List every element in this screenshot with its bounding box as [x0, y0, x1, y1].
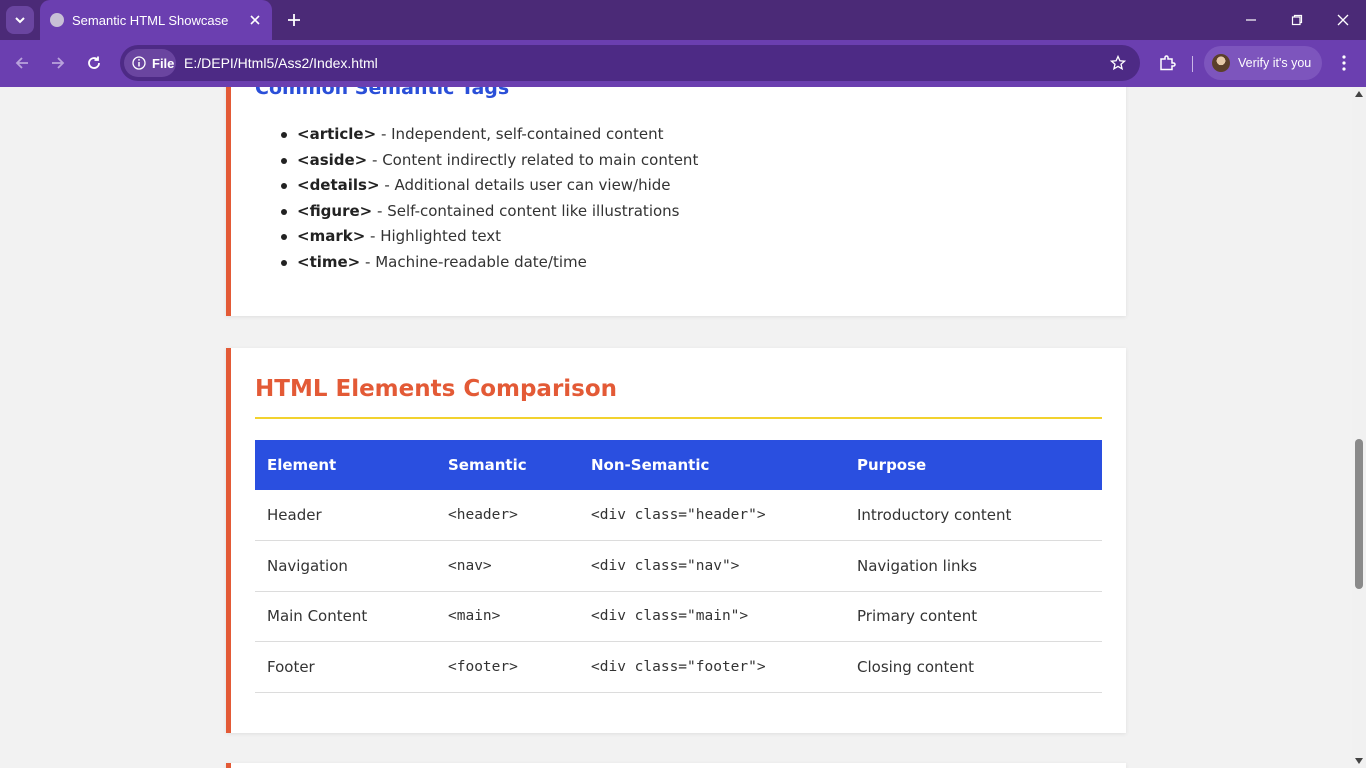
- reload-button[interactable]: [79, 48, 109, 78]
- semantic-tags-title: Common Semantic Tags: [255, 87, 510, 99]
- comparison-table: Element Semantic Non-Semantic Purpose He…: [255, 440, 1102, 693]
- info-icon: [132, 56, 146, 70]
- cell-element: Main Content: [255, 591, 436, 642]
- globe-icon: [50, 13, 64, 27]
- title-underline: [255, 417, 1102, 419]
- extensions-button[interactable]: [1152, 48, 1182, 78]
- tag-description: - Content indirectly related to main con…: [367, 150, 699, 169]
- profile-label: Verify it's you: [1238, 56, 1312, 70]
- scroll-thumb[interactable]: [1355, 439, 1363, 589]
- next-section-card: [226, 763, 1126, 768]
- list-item: <time> - Machine-readable date/time: [255, 250, 698, 276]
- tag-name: <details>: [297, 176, 380, 195]
- tag-name: <mark>: [297, 227, 366, 246]
- arrow-right-icon: [52, 57, 65, 69]
- plus-icon: [288, 14, 300, 26]
- minimize-button[interactable]: [1228, 0, 1274, 40]
- cell-semantic: <main>: [436, 591, 579, 642]
- comparison-title: HTML Elements Comparison: [255, 376, 618, 402]
- star-icon: [1110, 55, 1126, 71]
- close-icon: [1337, 14, 1349, 26]
- browser-menu-button[interactable]: [1330, 48, 1358, 78]
- restore-button[interactable]: [1274, 0, 1320, 40]
- profile-button[interactable]: Verify it's you: [1204, 46, 1322, 80]
- cell-element: Footer: [255, 641, 436, 693]
- cell-non-semantic: <div class="footer">: [579, 641, 845, 693]
- semantic-tags-list: <article> - Independent, self-contained …: [255, 122, 698, 276]
- avatar: [1212, 54, 1230, 72]
- site-chip-label: File: [152, 55, 175, 71]
- column-header-non-semantic: Non-Semantic: [579, 440, 845, 490]
- tag-description: - Additional details user can view/hide: [379, 176, 671, 195]
- browser-toolbar: File E:/DEPI/Html5/Ass2/Index.html Verif…: [0, 40, 1366, 87]
- cell-non-semantic: <div class="nav">: [579, 540, 845, 592]
- cell-semantic: <header>: [436, 490, 579, 541]
- reload-icon: [88, 56, 100, 69]
- table-row: Header <header> <div class="header"> Int…: [255, 490, 1102, 541]
- new-tab-button[interactable]: [280, 6, 308, 34]
- cell-non-semantic: <div class="main">: [579, 591, 845, 642]
- column-header-element: Element: [255, 440, 436, 490]
- table-header-row: Element Semantic Non-Semantic Purpose: [255, 440, 1102, 490]
- cell-purpose: Navigation links: [845, 540, 1102, 592]
- page-scrollbar[interactable]: [1352, 87, 1366, 768]
- back-button[interactable]: [7, 48, 37, 78]
- restore-icon: [1291, 14, 1303, 26]
- cell-non-semantic: <div class="header">: [579, 490, 845, 541]
- close-window-button[interactable]: [1320, 0, 1366, 40]
- close-icon: [250, 15, 260, 25]
- address-bar[interactable]: File E:/DEPI/Html5/Ass2/Index.html: [120, 45, 1140, 81]
- tag-description: - Machine-readable date/time: [360, 252, 587, 271]
- tag-name: <article>: [297, 125, 377, 143]
- arrow-left-icon: [15, 57, 28, 69]
- site-info-button[interactable]: File: [124, 49, 176, 77]
- page-viewport: Common Semantic Tags <article> - Indepen…: [0, 87, 1352, 768]
- tag-description: - Independent, self-contained content: [376, 125, 664, 143]
- scroll-up-arrow-icon[interactable]: [1355, 91, 1363, 97]
- more-vertical-icon: [1342, 55, 1346, 71]
- tab-search-button[interactable]: [6, 6, 34, 34]
- url-text[interactable]: E:/DEPI/Html5/Ass2/Index.html: [184, 55, 378, 71]
- tab-title: Semantic HTML Showcase: [72, 12, 229, 28]
- scroll-down-arrow-icon[interactable]: [1355, 758, 1363, 764]
- table-row: Navigation <nav> <div class="nav"> Navig…: [255, 540, 1102, 592]
- cell-semantic: <nav>: [436, 540, 579, 592]
- puzzle-icon: [1160, 55, 1176, 71]
- close-tab-button[interactable]: [244, 9, 266, 31]
- semantic-tags-card: Common Semantic Tags <article> - Indepen…: [226, 87, 1126, 316]
- cell-semantic: <footer>: [436, 641, 579, 693]
- table-row: Footer <footer> <div class="footer"> Clo…: [255, 641, 1102, 693]
- toolbar-divider: [1192, 56, 1193, 72]
- tag-description: - Self-contained content like illustrati…: [372, 201, 680, 220]
- list-item: <figure> - Self-contained content like i…: [255, 199, 698, 225]
- cell-element: Navigation: [255, 540, 436, 592]
- cell-purpose: Introductory content: [845, 490, 1102, 541]
- cell-purpose: Closing content: [845, 641, 1102, 693]
- tag-description: - Highlighted text: [365, 227, 502, 246]
- column-header-purpose: Purpose: [845, 440, 1102, 490]
- forward-button[interactable]: [43, 48, 73, 78]
- cell-purpose: Primary content: [845, 591, 1102, 642]
- column-header-semantic: Semantic: [436, 440, 579, 490]
- list-item: <article> - Independent, self-contained …: [255, 122, 698, 148]
- list-item: <details> - Additional details user can …: [255, 173, 698, 199]
- cell-element: Header: [255, 490, 436, 541]
- tag-name: <aside>: [297, 150, 368, 169]
- table-row: Main Content <main> <div class="main"> P…: [255, 591, 1102, 642]
- list-item: <mark> - Highlighted text: [255, 224, 698, 250]
- bookmark-button[interactable]: [1106, 51, 1130, 75]
- chevron-down-icon: [15, 17, 25, 24]
- tab-strip: Semantic HTML Showcase: [0, 0, 1366, 40]
- list-item: <aside> - Content indirectly related to …: [255, 148, 698, 174]
- tag-name: <time>: [297, 252, 361, 271]
- comparison-card: HTML Elements Comparison Element Semanti…: [226, 348, 1126, 733]
- active-tab[interactable]: Semantic HTML Showcase: [40, 0, 272, 40]
- tag-name: <figure>: [297, 201, 373, 220]
- minimize-icon: [1246, 19, 1256, 21]
